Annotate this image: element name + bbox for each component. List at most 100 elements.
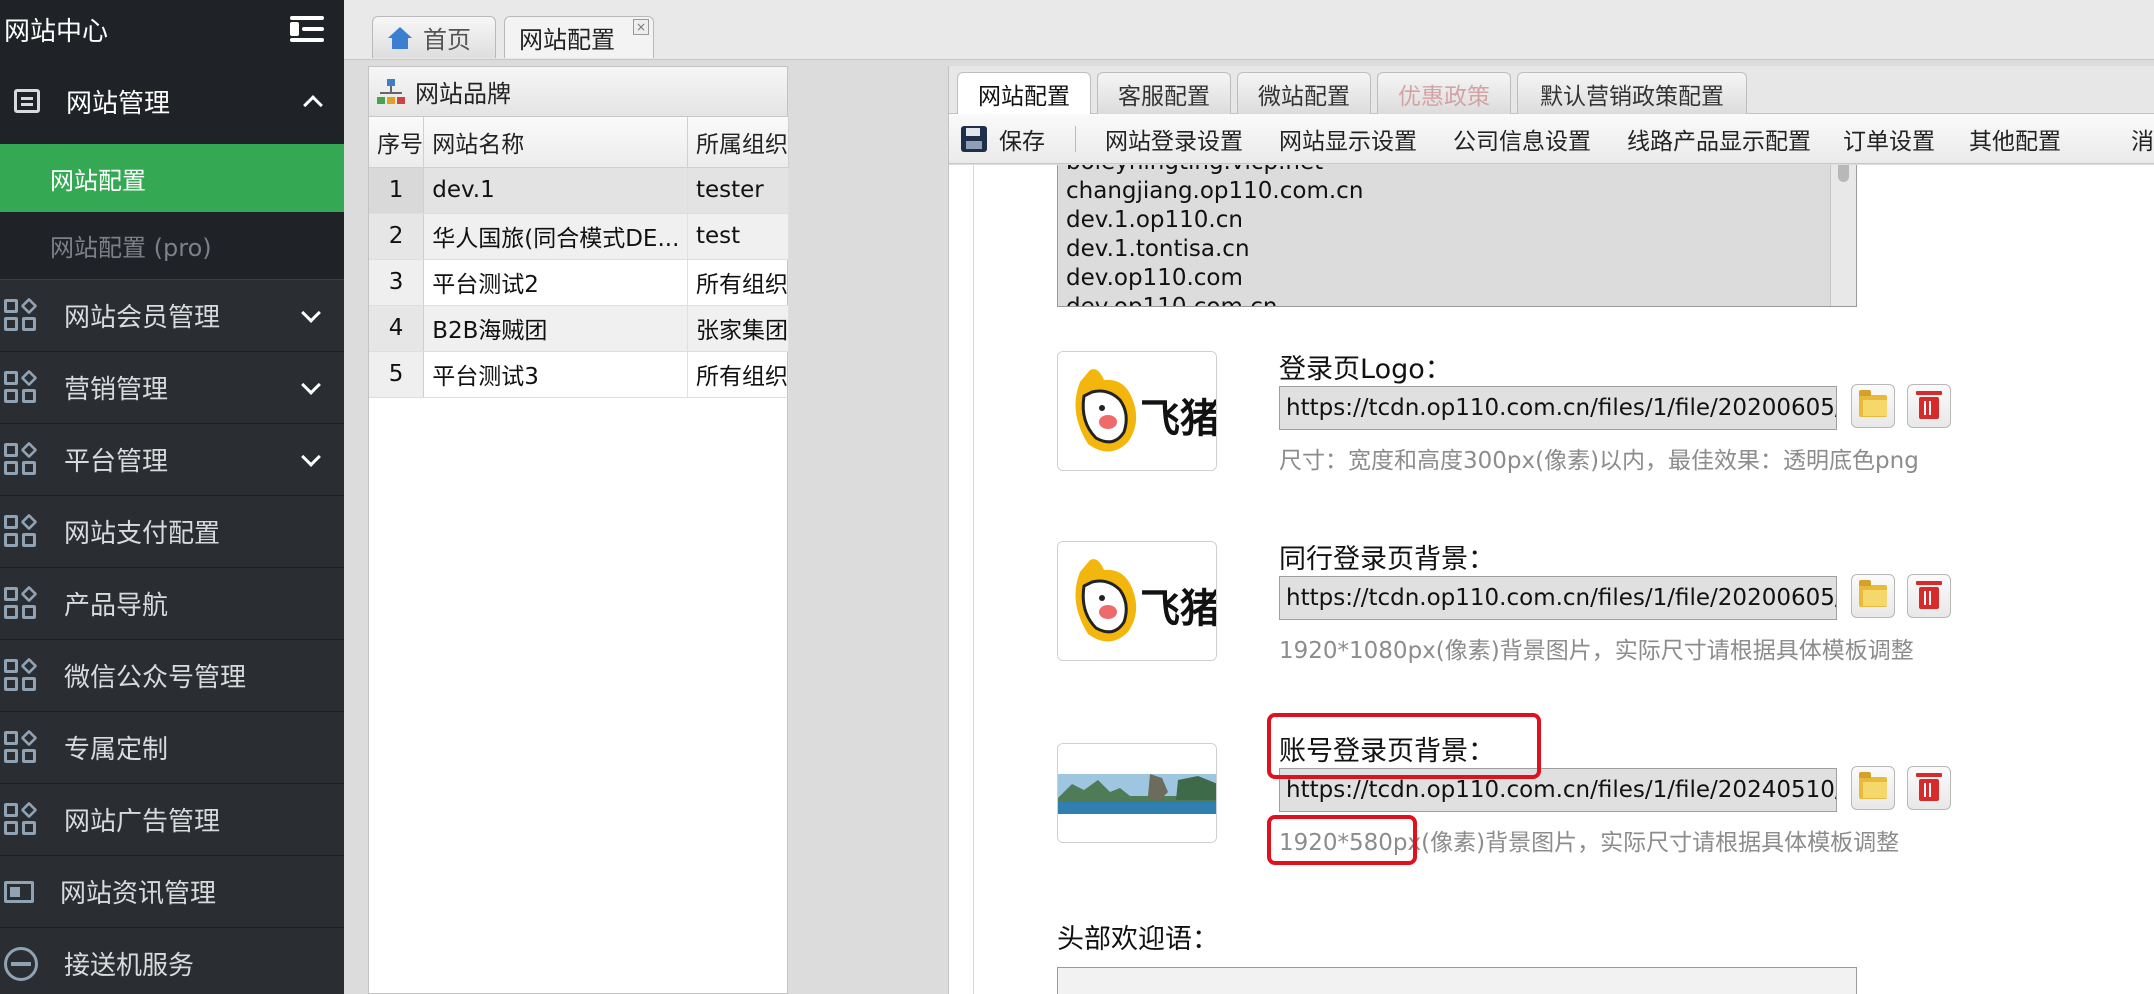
toolbar-route-product-display[interactable]: 线路产品显示配置 (1627, 114, 1811, 164)
tab-site-config[interactable]: 网站配置 (957, 72, 1091, 115)
config-panel: 网站配置 客服配置 微站配置 优惠政策 默认营销政策配置 保存 网站登录设置 网… (948, 66, 2154, 994)
sidebar-item-platform[interactable]: 平台管理 (0, 424, 344, 496)
tab-home-label: 首页 (423, 26, 471, 54)
row-site-name: 平台测试3 (423, 351, 688, 398)
table-row[interactable]: 5 平台测试3 所有组织 (369, 351, 790, 398)
home-icon (387, 26, 413, 49)
folder-icon (1859, 390, 1887, 417)
scrollbar-thumb[interactable] (1838, 165, 1849, 182)
grid-icon (4, 657, 38, 693)
tab-discount-policy: 优惠政策 (1377, 72, 1511, 114)
delete-file-button[interactable] (1907, 766, 1951, 810)
sidebar-item-payment[interactable]: 网站支付配置 (0, 496, 344, 568)
peer-bg-preview[interactable]: 飞猪 (1057, 541, 1217, 661)
delete-file-button[interactable] (1907, 384, 1951, 428)
save-button[interactable]: 保存 (961, 114, 1045, 164)
sidebar-item-product-nav[interactable]: 产品导航 (0, 568, 344, 640)
domain-list-textarea[interactable]: boleyningting.vicp.net changjiang.op110.… (1057, 165, 1857, 307)
close-icon[interactable]: × (633, 19, 649, 35)
login-logo-preview[interactable]: 飞猪 (1057, 351, 1217, 471)
table-row[interactable]: 4 B2B海贼团 张家集团 (369, 305, 790, 352)
sidebar-header: 网站中心 (0, 0, 344, 58)
site-icon (14, 89, 40, 113)
config-form: boleyningting.vicp.net changjiang.op110.… (949, 164, 2154, 994)
peer-bg-url-input[interactable]: https://tcdn.op110.com.cn/files/1/file/2… (1279, 576, 1837, 620)
toolbar-company-info[interactable]: 公司信息设置 (1453, 114, 1591, 164)
browse-file-button[interactable] (1851, 766, 1895, 810)
sidebar-item-custom[interactable]: 专属定制 (0, 712, 344, 784)
sidebar-item-label: 营销管理 (64, 375, 169, 405)
sidebar-item-news[interactable]: 网站资讯管理 (0, 856, 344, 928)
welcome-label: 头部欢迎语： (1057, 924, 1219, 955)
toolbar-order-settings[interactable]: 订单设置 (1843, 114, 1935, 164)
brand-table: 序号 网站名称 所属组织 1 dev.1 tester 2 华人国旅(同合模式D… (369, 117, 790, 398)
welcome-input[interactable] (1057, 967, 1857, 994)
row-index: 4 (369, 305, 425, 352)
tab-site-config-label: 网站配置 (519, 26, 615, 54)
delete-file-button[interactable] (1907, 574, 1951, 618)
chevron-up-icon (303, 95, 323, 115)
sidebar-item-label: 网站支付配置 (64, 519, 221, 549)
browse-file-button[interactable] (1851, 574, 1895, 618)
tab-micro-site[interactable]: 微站配置 (1237, 72, 1371, 114)
toolbar-other-config[interactable]: 其他配置 (1969, 114, 2061, 164)
highlight-box-size (1267, 815, 1417, 865)
sidebar-item-ads[interactable]: 网站广告管理 (0, 784, 344, 856)
sidebar-item-label: 微信公众号管理 (64, 663, 247, 693)
logo-text: 飞猪 (1140, 396, 1217, 442)
toolbar-more-truncated[interactable]: 消 (2131, 114, 2154, 164)
sidebar-subitem-site-config[interactable]: 网站配置 (0, 144, 344, 212)
tab-customer-service[interactable]: 客服配置 (1097, 72, 1231, 114)
sidebar-subitem-site-config-pro[interactable]: 网站配置 (pro) (0, 212, 344, 280)
page-tab-bar: 首页 网站配置 × (344, 0, 2154, 60)
login-logo-label: 登录页Logo： (1279, 354, 1452, 385)
tab-site-config[interactable]: 网站配置 × (504, 16, 654, 58)
domain-line: dev.1.tontisa.cn (1066, 236, 1250, 262)
row-index: 1 (369, 167, 425, 214)
sidebar-item-airport-transfer[interactable]: 接送机服务 (0, 928, 344, 994)
column-header-org[interactable]: 所属组织 (687, 117, 790, 168)
sidebar-item-wechat[interactable]: 微信公众号管理 (0, 640, 344, 712)
toolbar-display-settings[interactable]: 网站显示设置 (1279, 114, 1417, 164)
domain-line: dev.1.op110.cn (1066, 207, 1243, 233)
landscape-banner-image (1058, 744, 1216, 842)
peer-bg-label: 同行登录页背景： (1279, 544, 1495, 575)
sidebar-item-member-management[interactable]: 网站会员管理 (0, 280, 344, 352)
grid-icon (4, 369, 38, 405)
table-row[interactable]: 2 华人国旅(同合模式DE... test (369, 213, 790, 260)
table-row[interactable]: 1 dev.1 tester (369, 167, 790, 214)
column-header-index[interactable]: 序号 (369, 117, 425, 168)
config-tab-bar: 网站配置 客服配置 微站配置 优惠政策 默认营销政策配置 (949, 66, 2154, 115)
login-logo-hint: 尺寸：宽度和高度300px(像素)以内，最佳效果：透明底色png (1279, 448, 1919, 474)
tab-default-marketing[interactable]: 默认营销政策配置 (1517, 72, 1747, 114)
logo-text: 飞猪 (1140, 586, 1217, 632)
sidebar-group-site-management[interactable]: 网站管理 (0, 58, 344, 144)
folder-icon (1859, 772, 1887, 799)
row-index: 2 (369, 213, 425, 260)
row-site-name: dev.1 (423, 167, 688, 214)
main-area: 首页 网站配置 × 网站品牌 序号 网站名称 所属组织 1 dev.1 test… (344, 0, 2154, 994)
toolbar-login-settings[interactable]: 网站登录设置 (1105, 114, 1243, 164)
grid-icon (4, 801, 38, 837)
domain-line: dev.op110.com.cn (1066, 294, 1278, 307)
grid-icon (4, 585, 38, 621)
textarea-scrollbar[interactable] (1830, 165, 1856, 306)
fliggy-logo-image: 飞猪 (1058, 352, 1217, 470)
table-row[interactable]: 3 平台测试2 所有组织 (369, 259, 790, 306)
row-site-name: B2B海贼团 (423, 305, 688, 352)
chevron-down-icon (301, 374, 321, 395)
fliggy-logo-image: 飞猪 (1058, 542, 1217, 660)
browse-file-button[interactable] (1851, 384, 1895, 428)
sidebar-item-marketing[interactable]: 营销管理 (0, 352, 344, 424)
toolbar-divider (1075, 126, 1076, 152)
column-header-site-name[interactable]: 网站名称 (423, 117, 688, 168)
login-logo-url-input[interactable]: https://tcdn.op110.com.cn/files/1/file/2… (1279, 386, 1837, 430)
collapse-menu-icon[interactable] (290, 14, 324, 44)
row-org: 所有组织 (687, 259, 790, 306)
tab-home[interactable]: 首页 (372, 16, 496, 58)
account-bg-preview[interactable] (1057, 743, 1217, 843)
sidebar-group-label: 网站管理 (66, 88, 171, 119)
chevron-down-icon (301, 446, 321, 467)
row-org: test (687, 213, 790, 260)
trash-icon (1916, 581, 1942, 609)
